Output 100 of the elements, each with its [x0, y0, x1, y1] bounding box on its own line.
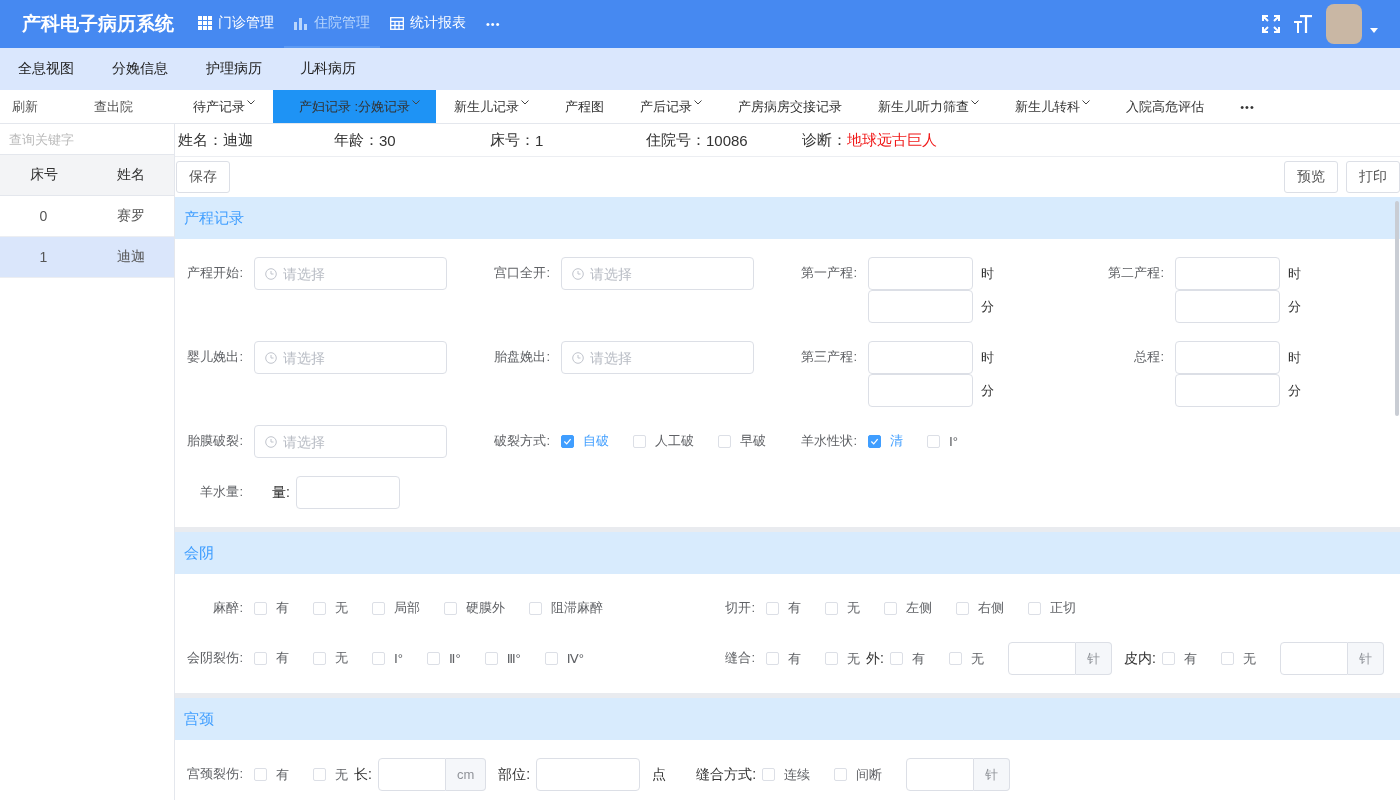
field-label: 总程: — [1133, 348, 1164, 366]
patient-row[interactable]: 1 迪迦 — [0, 237, 174, 278]
toolbar-link[interactable]: 刷新 — [12, 97, 38, 116]
fullscreen-icon[interactable] — [1262, 15, 1280, 33]
app-title: 产科电子病历系统 — [22, 12, 174, 36]
text-field[interactable] — [1175, 341, 1280, 374]
checkbox[interactable]: 无 — [313, 599, 348, 617]
text-field[interactable] — [377, 758, 446, 791]
checkbox[interactable]: 无 — [313, 765, 348, 784]
text-field[interactable] — [1175, 290, 1280, 323]
checkbox[interactable]: 有 — [766, 649, 801, 668]
checkbox[interactable]: 阻滞麻醉 — [529, 599, 603, 617]
field-label: 羊水量: — [199, 483, 243, 501]
unit-label: 时 — [1288, 264, 1301, 283]
record-tab[interactable]: 新生儿听力筛查 — [860, 90, 998, 123]
font-size-icon[interactable] — [1294, 15, 1312, 33]
chevron-down-icon — [412, 100, 421, 105]
text-field[interactable] — [906, 758, 974, 791]
caret-icon[interactable] — [1370, 27, 1378, 33]
action-button[interactable]: 打印 — [1346, 161, 1400, 193]
time-picker-field[interactable]: 请选择 — [561, 257, 754, 290]
checkbox[interactable]: 有 — [254, 765, 289, 784]
text-field[interactable] — [1279, 642, 1348, 675]
text-field[interactable] — [295, 476, 400, 509]
checkbox[interactable]: Ⅲ° — [484, 650, 521, 666]
record-tab[interactable]: 新生儿转科 — [997, 90, 1109, 123]
column-header: 床号 — [28, 165, 59, 184]
field-label: 羊水性状: — [800, 432, 857, 450]
scrollbar-thumb[interactable] — [1395, 201, 1399, 416]
field-label: 宫颈裂伤: — [186, 765, 243, 783]
field-label: 第三产程: — [800, 348, 857, 366]
field-value: 1 — [535, 131, 544, 149]
checkbox[interactable]: 无 — [1220, 649, 1256, 668]
record-tab[interactable]: 产妇记录 :分娩记录 — [273, 90, 437, 123]
record-tab[interactable]: 产房病房交接记录 — [720, 90, 861, 123]
checkbox[interactable]: 早破 — [718, 432, 766, 450]
record-tab[interactable]: 产后记录 — [622, 90, 721, 123]
text-field[interactable] — [868, 290, 973, 323]
time-picker-field[interactable]: 请选择 — [561, 341, 754, 374]
field-label: 皮内: — [1123, 649, 1156, 668]
avatar-photo[interactable] — [1326, 4, 1362, 44]
action-button[interactable]: 预览 — [1284, 161, 1338, 193]
checkbox[interactable]: 有 — [889, 649, 925, 668]
text-field[interactable] — [1175, 374, 1280, 407]
more-button[interactable]: ••• — [1222, 90, 1273, 123]
field-label: 第一产程: — [800, 264, 857, 282]
checkbox[interactable]: 有 — [766, 599, 801, 617]
text-field[interactable] — [868, 341, 973, 374]
checkbox[interactable]: 有 — [254, 599, 289, 617]
checkbox[interactable]: 正切 — [1028, 599, 1076, 617]
checkbox[interactable]: Ⅱ° — [427, 650, 461, 666]
text-field[interactable] — [868, 374, 973, 407]
checkbox[interactable]: Ⅳ° — [544, 650, 585, 666]
column-header: 姓名 — [115, 165, 146, 184]
time-picker-field[interactable]: 请选择 — [254, 341, 447, 374]
chevron-down-icon — [971, 100, 980, 105]
unit-label: 时 — [981, 348, 994, 367]
checkbox[interactable]: 右侧 — [956, 599, 1004, 617]
text-field[interactable] — [1175, 257, 1280, 290]
checkbox[interactable]: 左侧 — [884, 599, 932, 617]
checkbox[interactable]: 连续 — [762, 765, 810, 784]
text-field[interactable] — [1007, 642, 1076, 675]
field-label: 量: — [272, 483, 290, 502]
checkbox[interactable]: Ⅰ° — [372, 650, 404, 666]
unit-addon: 针 — [1347, 642, 1384, 675]
checkbox[interactable]: 有 — [1161, 649, 1197, 668]
sub-nav-link[interactable]: 护理病历 — [206, 60, 262, 78]
field-label: 切开: — [724, 599, 755, 617]
time-picker-field[interactable]: 请选择 — [254, 425, 447, 458]
field-label: 点 — [652, 765, 667, 784]
checkbox[interactable]: 有 — [254, 649, 289, 667]
record-tab[interactable]: 产程图 — [547, 90, 623, 123]
action-button[interactable]: 保存 — [176, 161, 230, 193]
field-label: 婴儿娩出: — [186, 348, 243, 366]
checkbox[interactable]: 无 — [825, 599, 860, 617]
checkbox[interactable]: 无 — [825, 649, 860, 668]
sub-nav-link[interactable]: 全息视图 — [18, 60, 74, 78]
checkbox[interactable]: 人工破 — [633, 432, 694, 450]
text-field[interactable] — [868, 257, 973, 290]
field-value: 30 — [379, 131, 396, 149]
sub-nav-link[interactable]: 分娩信息 — [112, 60, 168, 78]
toolbar-link[interactable]: 查出院 — [94, 97, 133, 116]
chevron-down-icon — [247, 100, 255, 105]
sub-nav-link[interactable]: 儿科病历 — [300, 60, 356, 78]
record-tab[interactable]: 入院高危评估 — [1108, 90, 1223, 123]
field-label: 缝合方式: — [696, 765, 756, 784]
checkbox[interactable]: 硬膜外 — [444, 599, 505, 617]
chevron-down-icon — [521, 100, 530, 105]
text-field[interactable] — [536, 758, 641, 791]
checkbox[interactable]: 局部 — [372, 599, 420, 617]
record-tab[interactable]: 待产记录 — [175, 90, 273, 123]
time-picker-field[interactable]: 请选择 — [254, 257, 447, 290]
field-label: 宫口全开: — [493, 264, 550, 282]
clock-icon — [572, 352, 584, 364]
checkbox[interactable]: 无 — [313, 649, 348, 667]
checkbox[interactable]: Ⅰ° — [927, 433, 959, 449]
checkbox[interactable]: 间断 — [834, 765, 882, 784]
field-label: 胎膜破裂: — [186, 432, 243, 450]
record-tab[interactable]: 新生儿记录 — [436, 90, 548, 123]
checkbox[interactable]: 无 — [948, 649, 984, 668]
